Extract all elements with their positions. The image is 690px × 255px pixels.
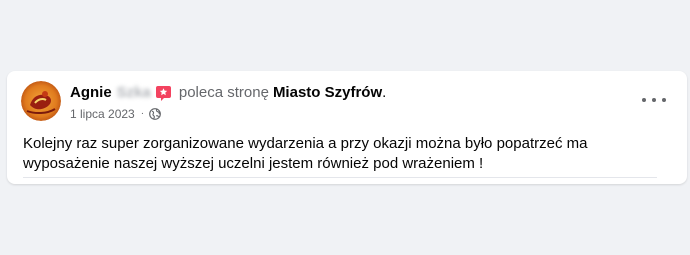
author-name[interactable]: Agnie: [70, 84, 112, 102]
avatar-image: [21, 81, 61, 121]
meta-separator: ·: [140, 108, 145, 119]
post-header: Agnie Szka poleca stronę Miasto Szyfrów …: [70, 84, 386, 102]
divider: [23, 177, 657, 178]
post-date[interactable]: 1 lipca 2023: [70, 107, 135, 121]
header-period: .: [382, 84, 387, 101]
globe-icon[interactable]: [149, 108, 161, 120]
recommend-star-icon: [155, 85, 172, 102]
more-dot: [642, 98, 646, 102]
author-name-blurred[interactable]: Szka: [117, 84, 151, 102]
post-card: Agnie Szka poleca stronę Miasto Szyfrów …: [7, 71, 687, 184]
action-text: poleca stronę: [178, 84, 269, 101]
page-link[interactable]: Miasto Szyfrów: [273, 84, 382, 102]
post-body-text: Kolejny raz super zorganizowane wydarzen…: [23, 135, 588, 172]
post-meta: 1 lipca 2023 ·: [70, 107, 161, 121]
more-options-icon[interactable]: [642, 92, 666, 108]
author-avatar[interactable]: [21, 81, 61, 121]
more-dot: [652, 98, 656, 102]
more-dot: [662, 98, 666, 102]
